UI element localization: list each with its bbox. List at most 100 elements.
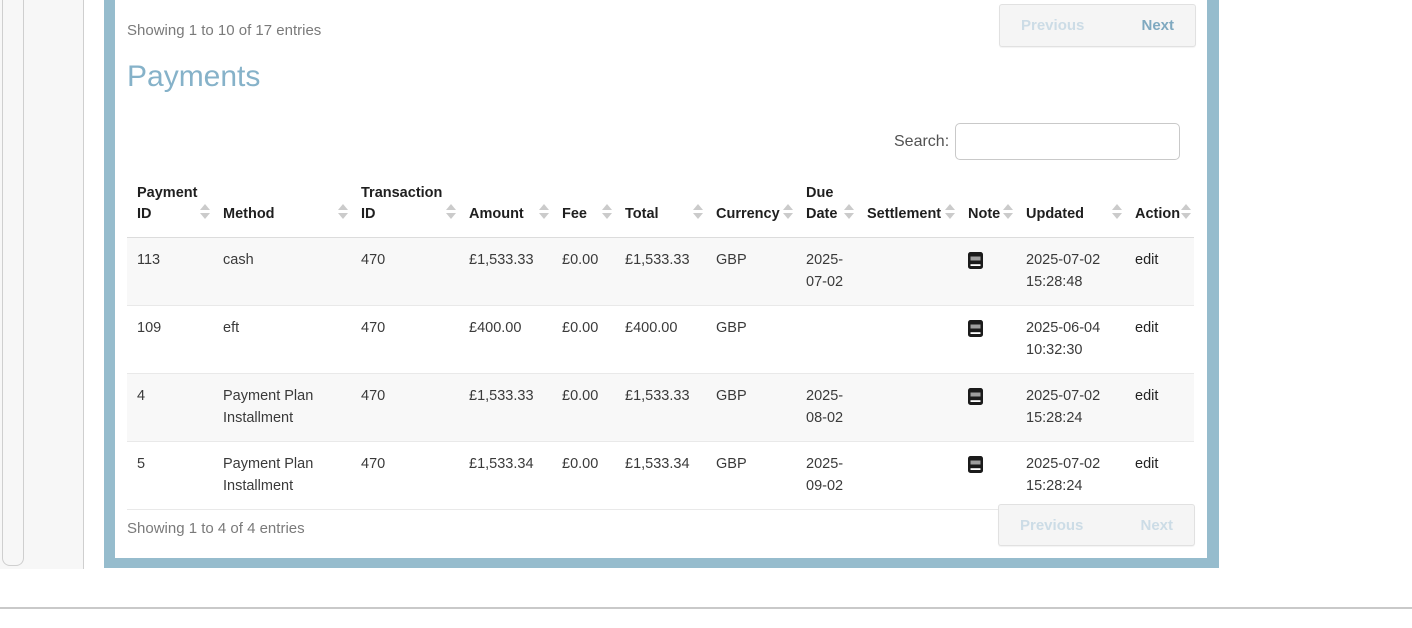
page-title: Payments bbox=[127, 60, 260, 94]
column-header-total[interactable]: Total bbox=[615, 175, 706, 238]
cell-action: edit bbox=[1125, 238, 1194, 306]
notebook-icon[interactable] bbox=[968, 252, 983, 269]
edit-link[interactable]: edit bbox=[1135, 456, 1158, 472]
column-header-method[interactable]: Method bbox=[213, 175, 351, 238]
cell-method: Payment Plan Installment bbox=[213, 442, 351, 510]
cell-action: edit bbox=[1125, 442, 1194, 510]
sort-arrows-icon bbox=[1112, 204, 1122, 219]
transactions-table-info: Showing 1 to 10 of 17 entries bbox=[127, 22, 321, 39]
cell-currency: GBP bbox=[706, 374, 796, 442]
sort-arrows-icon bbox=[446, 204, 456, 219]
cell-currency: GBP bbox=[706, 306, 796, 374]
cell-settlement bbox=[857, 306, 958, 374]
cell-method: Payment Plan Installment bbox=[213, 374, 351, 442]
sort-arrows-icon bbox=[783, 204, 793, 219]
cell-method: cash bbox=[213, 238, 351, 306]
cell-action: edit bbox=[1125, 306, 1194, 374]
left-sidebar-inner-edge bbox=[2, 0, 24, 566]
cell-transaction-id: 470 bbox=[351, 442, 459, 510]
cell-payment-id: 4 bbox=[127, 374, 213, 442]
column-header-amount[interactable]: Amount bbox=[459, 175, 552, 238]
page-bottom-divider bbox=[0, 607, 1412, 609]
cell-fee: £0.00 bbox=[552, 442, 615, 510]
cell-amount: £400.00 bbox=[459, 306, 552, 374]
sort-arrows-icon bbox=[602, 204, 612, 219]
cell-transaction-id: 470 bbox=[351, 238, 459, 306]
sort-arrows-icon bbox=[338, 204, 348, 219]
main-content-panel: Showing 1 to 10 of 17 entries Previous N… bbox=[104, 0, 1219, 568]
edit-link[interactable]: edit bbox=[1135, 320, 1158, 336]
cell-payment-id: 5 bbox=[127, 442, 213, 510]
table-row: 4 Payment Plan Installment 470 £1,533.33… bbox=[127, 374, 1194, 442]
cell-note bbox=[958, 238, 1016, 306]
sort-arrows-icon bbox=[539, 204, 549, 219]
sort-arrows-icon bbox=[693, 204, 703, 219]
cell-note bbox=[958, 374, 1016, 442]
column-header-note[interactable]: Note bbox=[958, 175, 1016, 238]
cell-total: £1,533.33 bbox=[615, 374, 706, 442]
cell-note bbox=[958, 306, 1016, 374]
column-header-fee[interactable]: Fee bbox=[552, 175, 615, 238]
cell-fee: £0.00 bbox=[552, 238, 615, 306]
column-header-transaction-id[interactable]: Transaction ID bbox=[351, 175, 459, 238]
sort-arrows-icon bbox=[844, 204, 854, 219]
cell-updated: 2025-07-02 15:28:24 bbox=[1016, 442, 1125, 510]
cell-currency: GBP bbox=[706, 442, 796, 510]
cell-due-date: 2025-08-02 bbox=[796, 374, 857, 442]
table-row: 113 cash 470 £1,533.33 £0.00 £1,533.33 G… bbox=[127, 238, 1194, 306]
cell-transaction-id: 470 bbox=[351, 374, 459, 442]
column-header-action[interactable]: Action bbox=[1125, 175, 1194, 238]
cell-amount: £1,533.33 bbox=[459, 374, 552, 442]
cell-settlement bbox=[857, 442, 958, 510]
cell-due-date: 2025-09-02 bbox=[796, 442, 857, 510]
cell-method: eft bbox=[213, 306, 351, 374]
cell-settlement bbox=[857, 374, 958, 442]
table-row: 5 Payment Plan Installment 470 £1,533.34… bbox=[127, 442, 1194, 510]
sort-arrows-icon bbox=[1181, 204, 1191, 219]
next-page-button[interactable]: Next bbox=[1141, 17, 1174, 34]
cell-due-date bbox=[796, 306, 857, 374]
sort-arrows-icon bbox=[200, 204, 210, 219]
cell-amount: £1,533.34 bbox=[459, 442, 552, 510]
cell-transaction-id: 470 bbox=[351, 306, 459, 374]
cell-currency: GBP bbox=[706, 238, 796, 306]
cell-action: edit bbox=[1125, 374, 1194, 442]
previous-page-button: Previous bbox=[1021, 17, 1084, 34]
payments-search: Search: bbox=[894, 123, 1180, 160]
notebook-icon[interactable] bbox=[968, 388, 983, 405]
notebook-icon[interactable] bbox=[968, 320, 983, 337]
left-sidebar-panel bbox=[0, 0, 84, 569]
cell-total: £400.00 bbox=[615, 306, 706, 374]
cell-amount: £1,533.33 bbox=[459, 238, 552, 306]
sort-arrows-icon bbox=[1003, 204, 1013, 219]
notebook-icon[interactable] bbox=[968, 456, 983, 473]
cell-note bbox=[958, 442, 1016, 510]
cell-fee: £0.00 bbox=[552, 306, 615, 374]
edit-link[interactable]: edit bbox=[1135, 252, 1158, 268]
edit-link[interactable]: edit bbox=[1135, 388, 1158, 404]
cell-payment-id: 113 bbox=[127, 238, 213, 306]
cell-total: £1,533.33 bbox=[615, 238, 706, 306]
cell-fee: £0.00 bbox=[552, 374, 615, 442]
cell-settlement bbox=[857, 238, 958, 306]
cell-due-date: 2025-07-02 bbox=[796, 238, 857, 306]
previous-page-button: Previous bbox=[1020, 517, 1083, 534]
table-row: 109 eft 470 £400.00 £0.00 £400.00 GBP 20… bbox=[127, 306, 1194, 374]
column-header-settlement[interactable]: Settlement bbox=[857, 175, 958, 238]
payments-pagination: Previous Next bbox=[998, 504, 1195, 546]
cell-updated: 2025-06-04 10:32:30 bbox=[1016, 306, 1125, 374]
cell-updated: 2025-07-02 15:28:24 bbox=[1016, 374, 1125, 442]
payments-table: Payment ID Method Transaction ID Amount … bbox=[127, 175, 1194, 510]
transactions-pagination: Previous Next bbox=[999, 4, 1196, 47]
cell-updated: 2025-07-02 15:28:48 bbox=[1016, 238, 1125, 306]
search-label: Search: bbox=[894, 133, 949, 151]
table-header-row: Payment ID Method Transaction ID Amount … bbox=[127, 175, 1194, 238]
search-input[interactable] bbox=[955, 123, 1180, 160]
column-header-payment-id[interactable]: Payment ID bbox=[127, 175, 213, 238]
sort-arrows-icon bbox=[945, 204, 955, 219]
cell-total: £1,533.34 bbox=[615, 442, 706, 510]
column-header-due-date[interactable]: Due Date bbox=[796, 175, 857, 238]
column-header-updated[interactable]: Updated bbox=[1016, 175, 1125, 238]
payments-table-info: Showing 1 to 4 of 4 entries bbox=[127, 520, 305, 537]
column-header-currency[interactable]: Currency bbox=[706, 175, 796, 238]
